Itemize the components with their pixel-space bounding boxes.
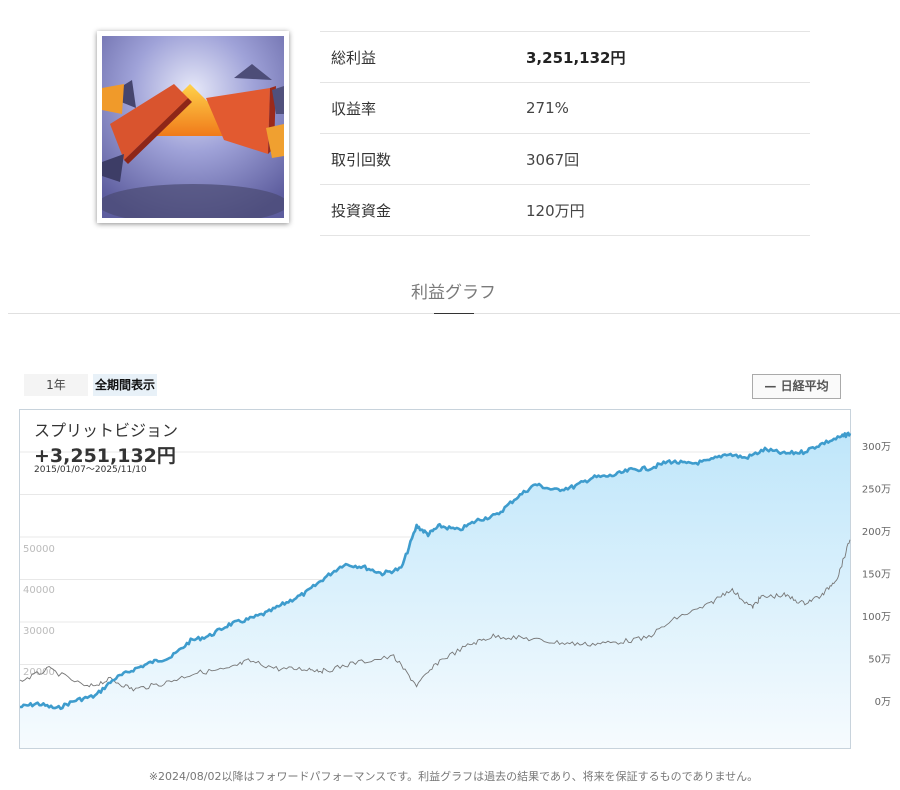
- y-right-tick-label: 300万: [862, 442, 891, 453]
- y-right-tick-label: 200万: [862, 527, 891, 538]
- tab-all-period[interactable]: 全期間表示: [93, 374, 157, 396]
- y-left-tick-label: 50000: [23, 544, 55, 555]
- footnote: ※2024/08/02以降はフォワードパフォーマンスです。利益グラフは過去の結果…: [148, 770, 759, 783]
- chart-strategy-name: スプリットビジョン: [34, 421, 179, 440]
- y-right-tick-label: 250万: [862, 485, 891, 496]
- y-right-tick-label: 100万: [862, 612, 891, 623]
- y-right-tick-label: 50万: [868, 655, 891, 666]
- tab-1-year[interactable]: 1年: [24, 374, 88, 396]
- y-left-tick-label: 30000: [23, 626, 55, 637]
- chart-period: 2015/01/07〜2025/11/10: [34, 465, 147, 475]
- nikkei-toggle-button[interactable]: — 日経平均: [752, 374, 841, 399]
- y-left-tick-label: 40000: [23, 585, 55, 596]
- y-left-tick-label: 20000: [23, 667, 55, 678]
- y-right-tick-label: 150万: [862, 570, 891, 581]
- y-right-tick-label: 0万: [875, 697, 891, 708]
